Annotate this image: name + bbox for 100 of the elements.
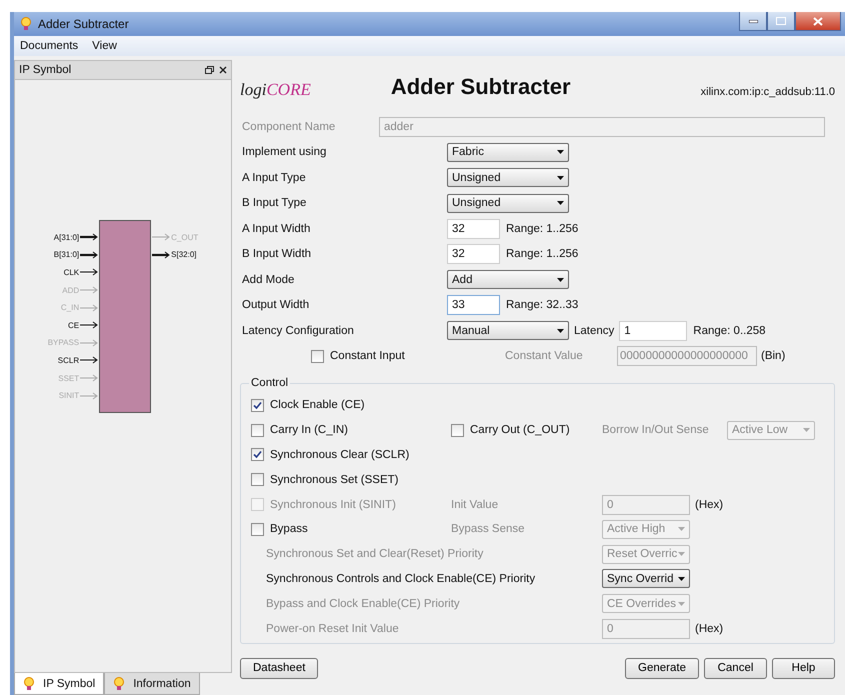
minimize-button[interactable] — [739, 12, 767, 31]
field-label: A Input Width — [242, 222, 312, 235]
field-label: Synchronous Controls and Clock Enable(CE) Priority — [265, 572, 536, 585]
bulb-icon — [23, 676, 35, 690]
field-label: Bypass and Clock Enable(CE) Priority — [265, 598, 461, 610]
panel-title: IP Symbol — [19, 64, 72, 76]
pin-arrow-icon — [79, 304, 100, 312]
ip-identifier: xilinx.com:ip:c_addsub:11.0 — [700, 86, 835, 98]
caret-icon — [557, 328, 564, 333]
pin-label: C_OUT — [171, 232, 198, 242]
input-field[interactable]: 32 — [447, 244, 500, 264]
range-text: Range: 1..256 — [506, 248, 578, 260]
dropdown[interactable]: Unsigned — [447, 168, 569, 188]
checkbox[interactable] — [251, 522, 264, 536]
field-label: Borrow In/Out Sense — [602, 424, 710, 436]
pin-label: S[32:0] — [171, 250, 196, 260]
field-label: Implement using — [242, 146, 328, 158]
checkbox[interactable] — [251, 473, 264, 486]
pin-label: ADD — [62, 286, 80, 295]
dialog-button[interactable]: Cancel — [704, 658, 767, 679]
pin-label: B[31:0] — [54, 250, 80, 260]
datasheet-button[interactable]: Datasheet — [240, 658, 318, 679]
field-label: Component Name — [242, 120, 336, 133]
checkbox[interactable] — [251, 424, 264, 437]
pin-arrow-icon — [151, 233, 172, 242]
field-label: Latency — [574, 324, 614, 337]
field-label: Add Mode — [242, 274, 296, 286]
field-label: B Input Type — [242, 197, 308, 210]
close-icon — [813, 16, 823, 26]
checkbox-label[interactable]: Synchronous Set (SSET) — [270, 474, 398, 486]
bulb-icon — [113, 676, 126, 690]
restore-icon[interactable] — [205, 66, 214, 74]
checkbox-label[interactable]: Synchronous Clear (SCLR) — [270, 448, 410, 461]
dialog-button[interactable]: Help — [772, 658, 835, 679]
maximize-button[interactable] — [767, 12, 795, 31]
checkbox-label[interactable]: Carry Out (C_OUT) — [470, 424, 570, 436]
field-label: Power-on Reset Init Value — [265, 622, 400, 635]
input-field[interactable]: 32 — [447, 218, 500, 239]
window-title: Adder Subtracter — [38, 17, 130, 31]
menu-item[interactable]: Documents — [20, 40, 78, 52]
field-label: Output Width — [242, 299, 310, 312]
pin-arrow-icon — [79, 268, 100, 276]
range-text: Range: 32..33 — [506, 299, 578, 312]
pin-label: CE — [68, 320, 80, 330]
dropdown[interactable]: Fabric — [447, 142, 569, 162]
dialog-button[interactable]: Generate — [625, 658, 699, 679]
input-field[interactable]: 1 — [619, 320, 688, 341]
pin-label: BYPASS — [48, 338, 80, 348]
caret-icon — [557, 150, 564, 154]
pin-arrow-icon — [79, 286, 100, 294]
pin-label: CLK — [64, 268, 80, 277]
caret-icon — [678, 602, 685, 606]
range-text: Range: 0..258 — [693, 324, 766, 337]
checkbox-label[interactable]: Carry In (C_IN) — [270, 424, 348, 436]
close-button[interactable] — [795, 12, 841, 31]
field-label: Constant Value — [505, 350, 584, 362]
dropdown[interactable]: Manual — [447, 321, 569, 340]
app-icon — [20, 17, 32, 31]
pin-label: SSET — [58, 374, 80, 383]
pin-arrow-icon — [79, 392, 100, 400]
minimize-icon — [748, 20, 758, 22]
checkbox[interactable] — [251, 448, 264, 462]
dropdown[interactable]: Sync Overrid — [602, 569, 690, 588]
page-title: Adder Subtracter — [390, 74, 572, 100]
pin-arrow-icon — [79, 356, 100, 364]
field-label: B Input Width — [242, 248, 312, 260]
pin-label: A[31:0] — [54, 232, 80, 242]
unit-text: (Hex) — [695, 498, 724, 511]
checkbox-label[interactable]: Clock Enable (CE) — [270, 399, 365, 412]
checkbox[interactable] — [451, 424, 464, 437]
panel-tab[interactable]: IP Symbol — [14, 673, 104, 695]
range-text: Range: 1..256 — [506, 222, 578, 235]
caret-icon — [557, 201, 564, 206]
pin-arrow-icon — [79, 321, 100, 330]
logo: logiCORE — [240, 80, 311, 100]
caret-icon — [678, 576, 685, 581]
close-icon[interactable] — [219, 66, 227, 74]
unit-text: (Hex) — [695, 622, 724, 635]
menu-item[interactable]: View — [92, 40, 117, 52]
pin-arrow-icon — [79, 338, 100, 347]
dropdown[interactable]: Add — [447, 270, 569, 290]
caret-icon — [678, 527, 685, 532]
caret-icon — [557, 278, 564, 282]
pin-arrow-icon — [79, 250, 100, 259]
panel-tab[interactable]: Information — [104, 673, 200, 695]
field-label: Synchronous Set and Clear(Reset) Priority — [265, 548, 484, 560]
checkbox[interactable] — [251, 398, 264, 412]
pin-label: SINIT — [58, 391, 80, 400]
field-label: A Input Type — [242, 172, 307, 184]
maximize-icon — [776, 17, 786, 25]
pin-arrow-icon — [79, 233, 100, 242]
checkbox-label[interactable]: Bypass — [270, 523, 308, 536]
pin-arrow-icon — [79, 374, 100, 382]
caret-icon — [557, 176, 564, 180]
input-field[interactable]: 33 — [447, 295, 500, 316]
pin-label: SCLR — [58, 356, 80, 365]
field-label: Latency Configuration — [242, 324, 355, 337]
group-title: Control — [250, 377, 290, 389]
dropdown[interactable]: Unsigned — [447, 194, 569, 213]
unit-text: (Bin) — [761, 350, 786, 362]
